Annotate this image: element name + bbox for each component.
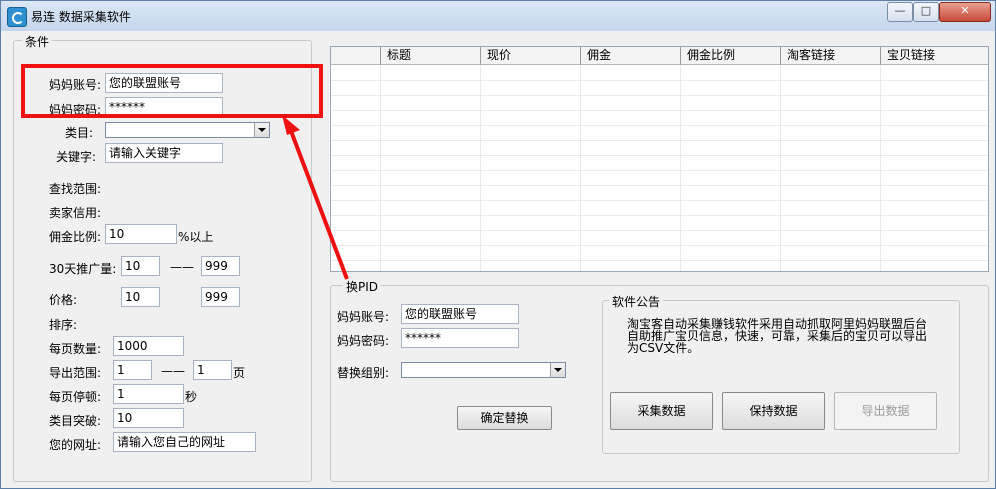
price-min-input[interactable]: 10 — [121, 287, 160, 307]
grid-row-line — [331, 125, 988, 126]
replace-group-select[interactable] — [401, 362, 566, 378]
grid-row-line — [331, 200, 988, 201]
column-header-commission-rate[interactable]: 佣金比例 — [680, 47, 780, 64]
grid-row-line — [331, 185, 988, 186]
category-breakthrough-label: 类目突破: — [49, 414, 102, 428]
replace-password-label: 妈妈密码: — [337, 334, 390, 348]
commission-rate-label: 佣金比例: — [49, 230, 102, 244]
grid-row-line — [331, 140, 988, 141]
column-header-title[interactable]: 标题 — [380, 47, 480, 64]
export-range-from-input[interactable]: 1 — [113, 360, 152, 380]
grid-row-line — [331, 110, 988, 111]
replace-account-label: 妈妈账号: — [337, 310, 390, 324]
second-unit-label: 秒 — [185, 390, 198, 404]
replace-password-input[interactable]: ****** — [401, 328, 519, 348]
notice-group: 软件公告 淘宝客自动采集赚钱软件采用自动抓取阿里妈妈联盟后台自助推广宝贝信息，快… — [602, 293, 960, 454]
export-range-separator: —— — [161, 364, 185, 378]
website-input[interactable]: 请输入您自己的网址 — [113, 432, 256, 452]
category-select[interactable] — [105, 122, 270, 138]
column-header-taoke-link[interactable]: 淘客链接 — [780, 47, 880, 64]
collect-data-button[interactable]: 采集数据 — [610, 392, 713, 430]
replace-pid-group-title: 换PID — [343, 278, 382, 295]
search-range-label: 查找范围: — [49, 182, 102, 196]
minimize-button[interactable]: — — [887, 2, 913, 22]
price-label: 价格: — [49, 293, 78, 307]
replace-account-input[interactable]: 您的联盟账号 — [401, 304, 519, 324]
notice-text: 淘宝客自动采集赚钱软件采用自动抓取阿里妈妈联盟后台自助推广宝贝信息，快速，可靠，… — [627, 317, 928, 355]
promo-30d-max-input[interactable]: 999 — [201, 256, 240, 276]
window-title: 易连 数据采集软件 — [31, 10, 131, 24]
app-window: 易连 数据采集软件 — □ ✕ 条件 妈妈账号: 您的联盟账号 妈妈密码: **… — [0, 0, 996, 489]
commission-rate-input[interactable]: 10 — [105, 224, 177, 244]
column-header-commission[interactable]: 佣金 — [580, 47, 680, 64]
export-range-label: 导出范围: — [49, 366, 102, 380]
chevron-down-icon[interactable] — [254, 123, 269, 137]
export-data-button[interactable]: 导出数据 — [834, 392, 937, 430]
export-range-to-input[interactable]: 1 — [193, 360, 232, 380]
page-pause-input[interactable]: 1 — [113, 384, 184, 404]
grid-row-line — [331, 230, 988, 231]
results-table-header: 标题 现价 佣金 佣金比例 淘客链接 宝贝链接 — [331, 47, 988, 65]
grid-row-line — [331, 245, 988, 246]
highlight-box-annotation — [21, 64, 323, 118]
grid-row-line — [331, 260, 988, 261]
notice-group-title: 软件公告 — [609, 293, 664, 310]
category-breakthrough-input[interactable]: 10 — [113, 408, 184, 428]
commission-rate-suffix: %以上 — [178, 230, 214, 244]
maximize-button[interactable]: □ — [913, 2, 939, 22]
save-data-button[interactable]: 保持数据 — [722, 392, 825, 430]
grid-row-line — [331, 80, 988, 81]
conditions-group-title: 条件 — [22, 33, 53, 50]
column-header-item-link[interactable]: 宝贝链接 — [880, 47, 988, 64]
per-page-input[interactable]: 1000 — [113, 336, 184, 356]
keyword-label: 关键字: — [56, 150, 97, 164]
promo-30d-label: 30天推广量: — [49, 262, 117, 276]
replace-group-label: 替换组别: — [337, 366, 390, 380]
sort-label: 排序: — [49, 318, 78, 332]
per-page-label: 每页数量: — [49, 342, 102, 356]
category-label: 类目: — [65, 126, 94, 140]
page-pause-label: 每页停顿: — [49, 390, 102, 404]
page-unit-label: 页 — [233, 366, 246, 380]
seller-credit-label: 卖家信用: — [49, 206, 102, 220]
promo-30d-min-input[interactable]: 10 — [121, 256, 160, 276]
close-button[interactable]: ✕ — [939, 2, 991, 22]
column-header-price[interactable]: 现价 — [480, 47, 580, 64]
grid-row-line — [331, 95, 988, 96]
promo-30d-separator: —— — [170, 260, 194, 274]
grid-row-line — [331, 215, 988, 216]
grid-row-line — [331, 155, 988, 156]
price-max-input[interactable]: 999 — [201, 287, 240, 307]
keyword-input[interactable]: 请输入关键字 — [105, 143, 223, 163]
chevron-down-icon[interactable] — [550, 363, 565, 377]
app-logo-icon — [7, 7, 27, 27]
grid-row-line — [331, 170, 988, 171]
title-bar: 易连 数据采集软件 — □ ✕ — [1, 1, 995, 31]
column-header-index[interactable] — [331, 47, 380, 64]
confirm-replace-button[interactable]: 确定替换 — [457, 406, 552, 430]
website-label: 您的网址: — [49, 438, 102, 452]
results-table[interactable]: 标题 现价 佣金 佣金比例 淘客链接 宝贝链接 — [330, 46, 989, 272]
